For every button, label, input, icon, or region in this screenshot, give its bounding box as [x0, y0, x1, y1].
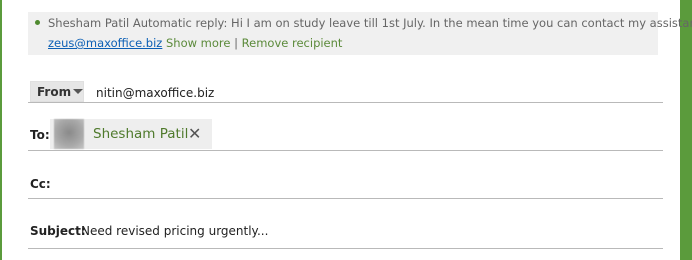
recipient-name: Shesham Patil [93, 126, 189, 142]
separator: | [234, 36, 239, 50]
mailtip-text: Automatic reply: Hi I am on study leave … [132, 16, 692, 30]
subject-row-underline [28, 248, 663, 249]
mailtip-sender: Shesham Patil [48, 16, 130, 30]
subject-label: Subject: [30, 224, 86, 238]
to-label: To: [30, 128, 50, 142]
cc-label: Cc: [30, 177, 51, 191]
subject-input[interactable]: Need revised pricing urgently... [81, 224, 268, 238]
avatar [54, 119, 84, 149]
from-button[interactable]: From [30, 81, 84, 102]
mailtip-message: Shesham Patil Automatic reply: Hi I am o… [48, 16, 692, 30]
cc-row-underline [28, 198, 663, 199]
chevron-down-icon [73, 89, 83, 94]
from-button-label: From [37, 85, 72, 99]
cc-input[interactable] [56, 170, 662, 198]
bullet-icon [35, 20, 40, 25]
from-address: nitin@maxoffice.biz [96, 86, 215, 100]
from-row-underline [28, 102, 663, 103]
assistant-email-link[interactable]: zeus@maxoffice.biz [48, 36, 162, 50]
window-frame-left [0, 0, 2, 260]
recipient-chip[interactable]: Shesham Patil ✕ [50, 119, 212, 149]
mailtip-actions: zeus@maxoffice.biz Show more | Remove re… [48, 36, 342, 50]
show-more-link[interactable]: Show more [166, 36, 230, 50]
to-row-underline [28, 150, 663, 151]
mailtip-panel: Shesham Patil Automatic reply: Hi I am o… [28, 12, 692, 55]
remove-recipient-link[interactable]: Remove recipient [242, 36, 343, 50]
window-frame-right [680, 0, 692, 260]
close-icon[interactable]: ✕ [188, 124, 201, 143]
